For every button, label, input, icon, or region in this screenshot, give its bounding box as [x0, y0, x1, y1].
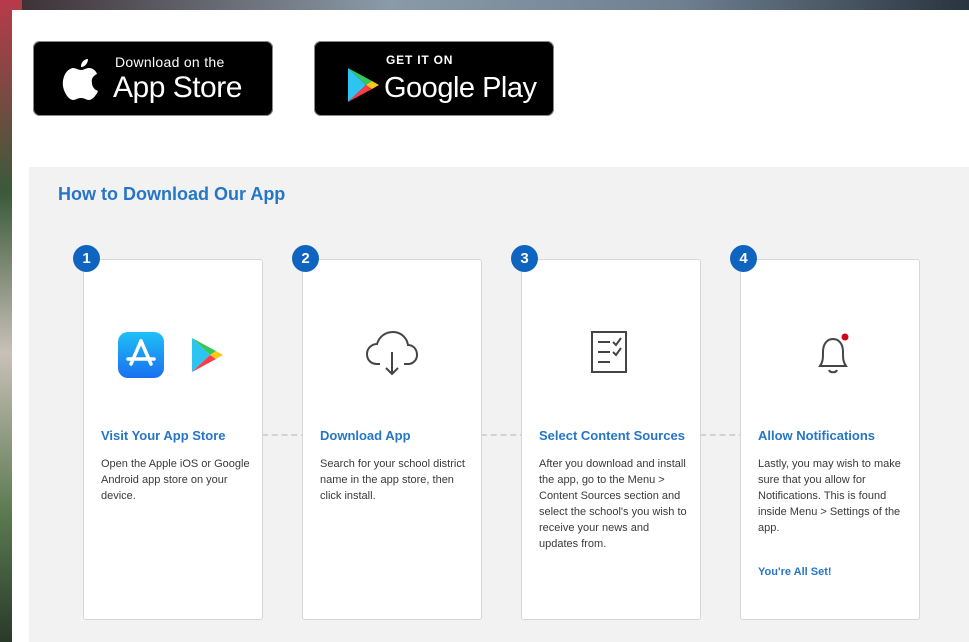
apple-logo-icon [62, 59, 98, 100]
how-to-section: How to Download Our App 1 Visit Your App… [29, 167, 969, 642]
app-store-big-label: App Store [113, 71, 242, 104]
step-title: Select Content Sources [539, 428, 685, 443]
google-play-icon [192, 338, 223, 372]
app-store-button[interactable]: Download on the App Store [33, 41, 273, 116]
step-connector [700, 434, 745, 436]
step-number-badge: 3 [511, 245, 538, 272]
step-title: Download App [320, 428, 411, 443]
step-icons [303, 328, 481, 380]
google-play-small-label: GET IT ON [386, 53, 454, 67]
step-number-badge: 4 [730, 245, 757, 272]
step-icons [522, 328, 700, 380]
google-play-logo-icon [348, 68, 379, 102]
step-description: Lastly, you may wish to make sure that y… [758, 458, 901, 534]
step-number-badge: 1 [73, 245, 100, 272]
step-connector [262, 434, 307, 436]
checklist-icon [591, 331, 627, 373]
app-store-icon [118, 332, 164, 378]
app-store-small-label: Download on the [115, 54, 225, 70]
step-title: Allow Notifications [758, 428, 875, 443]
completion-message: You're All Set! [758, 566, 832, 578]
step-card-2: 2 Download App Search for your school di… [292, 245, 482, 620]
notification-bell-icon [818, 333, 849, 374]
google-play-button[interactable]: GET IT ON Google Play [314, 41, 554, 116]
content-panel: Download on the App Store GET IT ON Goog… [12, 10, 969, 642]
cloud-download-icon [365, 330, 419, 376]
step-icons [741, 328, 919, 380]
google-play-big-label: Google Play [384, 72, 537, 104]
step-connector [481, 434, 526, 436]
step-card-4: 4 Allow Notifications Lastly, you may wi… [730, 245, 920, 620]
step-title: Visit Your App Store [101, 428, 226, 443]
step-number-badge: 2 [292, 245, 319, 272]
step-icons [84, 328, 262, 380]
step-card-3: 3 Select Content Sources After you downl… [511, 245, 701, 620]
step-description: After you download and install the app, … [539, 458, 687, 550]
step-description: Open the Apple iOS or Google Android app… [101, 458, 250, 502]
section-title: How to Download Our App [58, 184, 286, 204]
step-description: Search for your school district name in … [320, 458, 465, 502]
step-card-1: 1 Visit Your App Store Open the Apple iO… [73, 245, 263, 620]
